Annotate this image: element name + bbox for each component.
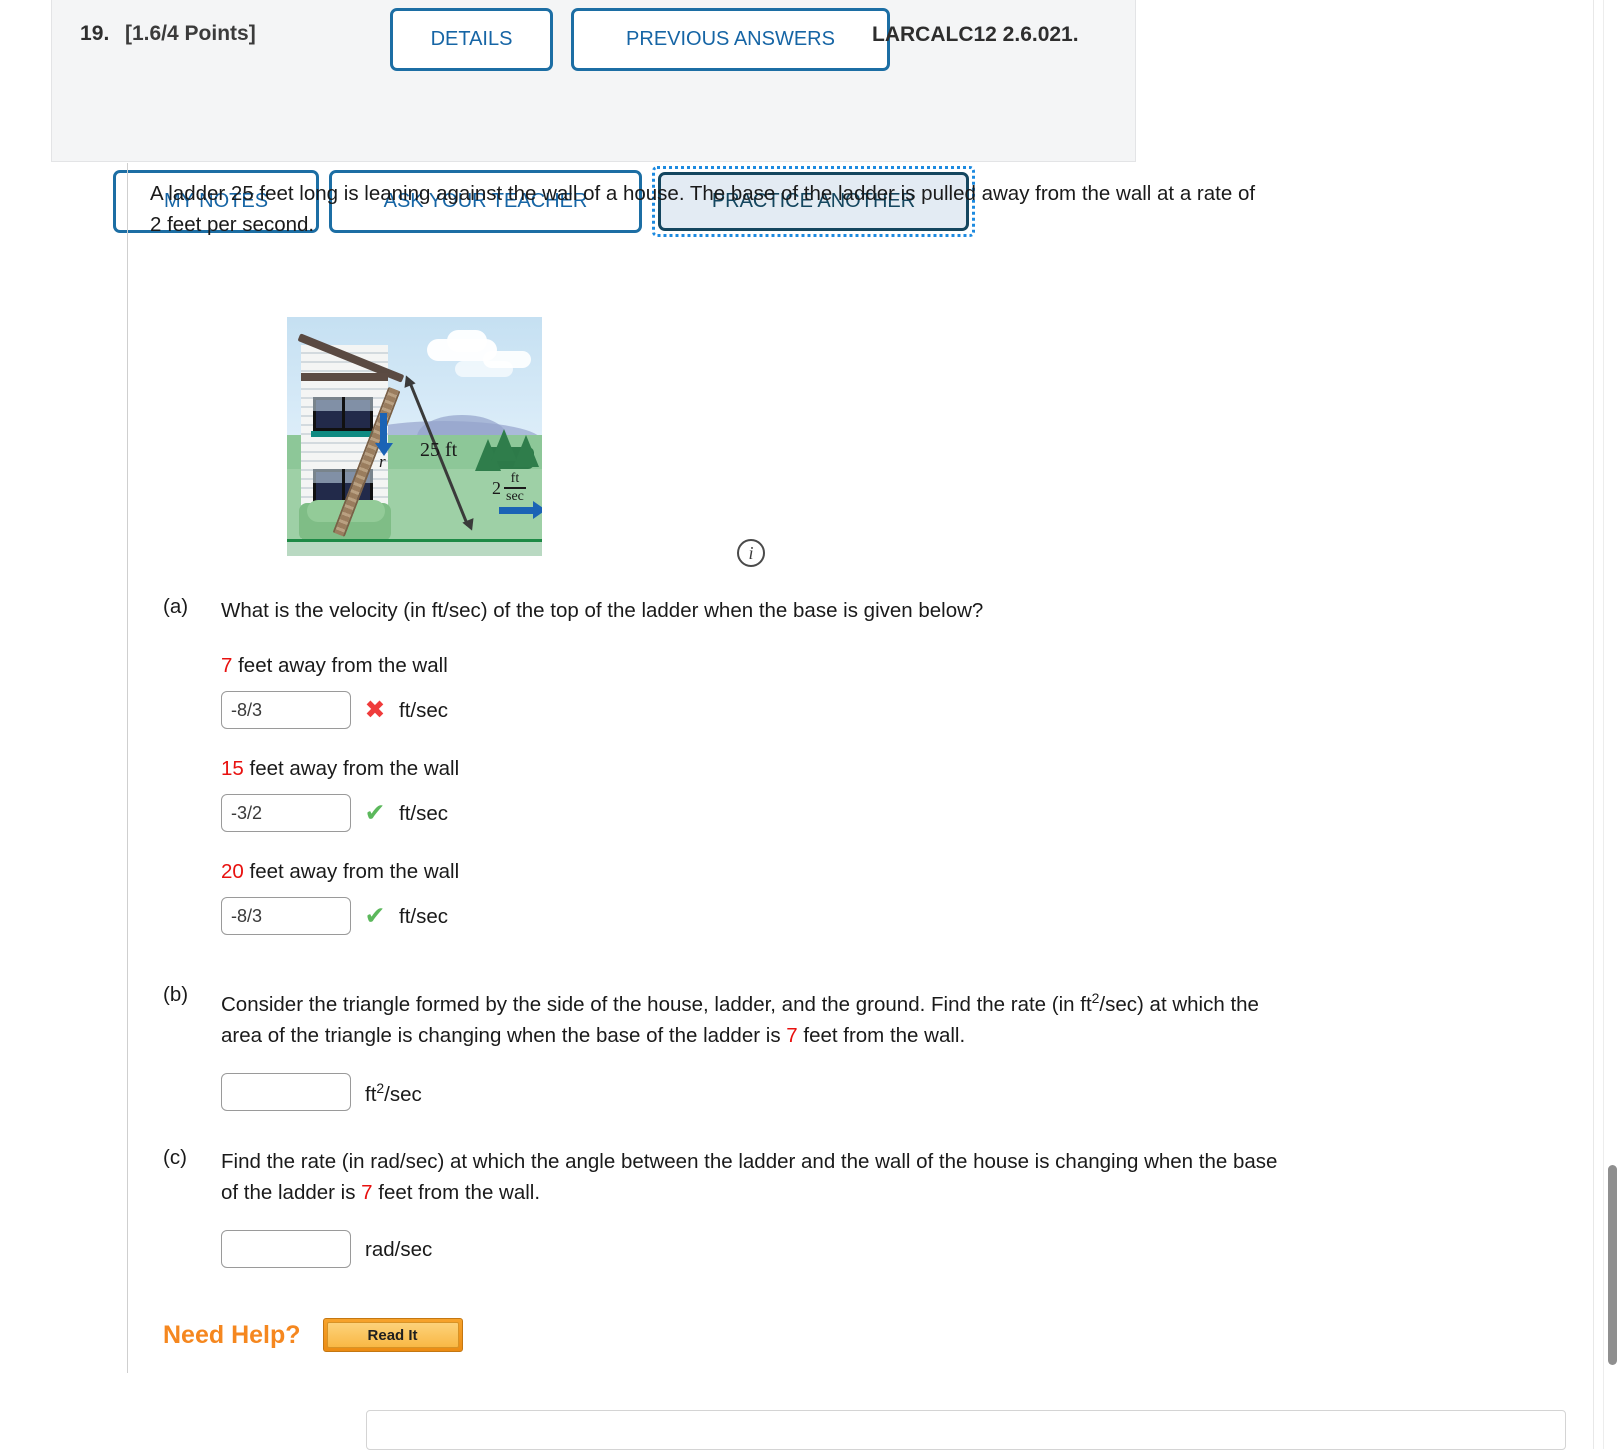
unit-label: ft/sec — [399, 698, 448, 722]
details-button[interactable]: DETAILS — [390, 8, 553, 71]
part-c-highlight: 7 — [361, 1181, 373, 1204]
part-b-body: Consider the triangle formed by the side… — [221, 983, 1533, 1111]
answer-input-a-1[interactable] — [221, 794, 351, 832]
answer-input-a-0[interactable] — [221, 691, 351, 729]
distance-suffix: feet away from the wall — [243, 757, 460, 780]
part-a-row-1-label: 15 feet away from the wall — [221, 753, 1533, 784]
distance-suffix: feet away from the wall — [232, 654, 448, 677]
part-c-body: Find the rate (in rad/sec) at which the … — [221, 1146, 1533, 1268]
question-number: 19. — [80, 22, 110, 45]
rate-arrow-shaft — [499, 507, 533, 514]
question-header-panel: 19. [1.6/4 Points] DETAILS PREVIOUS ANSW… — [51, 0, 1136, 237]
part-a-row-0: ✖ ft/sec — [221, 691, 1533, 729]
distance-suffix: feet away from the wall — [243, 860, 460, 883]
foreground-band — [287, 542, 542, 556]
rate-arrow-head — [533, 501, 542, 519]
unit-b-post: /sec — [384, 1083, 422, 1107]
rate-value: 2 — [492, 477, 501, 498]
part-a-row-0-label: 7 feet away from the wall — [221, 650, 1533, 681]
part-a-label: (a) — [163, 595, 189, 618]
part-b-text-2: /sec) at which the — [1099, 992, 1259, 1016]
unit-label: ft/sec — [399, 904, 448, 928]
problem-statement: A ladder 25 feet long is leaning against… — [150, 178, 1510, 240]
part-a: (a) What is the velocity (in ft/sec) of … — [163, 595, 1533, 935]
previous-answers-button[interactable]: PREVIOUS ANSWERS — [571, 8, 890, 71]
unit-b-pre: ft — [365, 1083, 377, 1107]
header-row-secondary: MY NOTES ASK YOUR TEACHER PRACTICE ANOTH… — [52, 80, 1135, 237]
part-c-answer-row: rad/sec — [221, 1230, 1533, 1268]
part-b-question-line-1: Consider the triangle formed by the side… — [221, 983, 1533, 1020]
part-c-text-3: feet from the wall. — [372, 1181, 541, 1204]
part-c: (c) Find the rate (in rad/sec) at which … — [163, 1146, 1533, 1268]
part-b-text-1: Consider the triangle formed by the side… — [221, 992, 1092, 1016]
correct-mark-icon: ✔ — [364, 798, 386, 827]
part-a-row-1: ✔ ft/sec — [221, 794, 1533, 832]
part-a-question: What is the velocity (in ft/sec) of the … — [221, 599, 984, 622]
window-mullion — [342, 397, 345, 431]
part-a-body: What is the velocity (in ft/sec) of the … — [221, 595, 1533, 935]
info-icon[interactable]: i — [737, 539, 765, 567]
part-b-text-3: area of the triangle is changing when th… — [221, 1023, 787, 1047]
rate-label: 2 ft sec — [492, 472, 526, 504]
unit-label-c: rad/sec — [365, 1237, 433, 1261]
part-b-highlight: 7 — [786, 1023, 798, 1047]
distance-value: 15 — [221, 757, 244, 780]
distance-value: 20 — [221, 860, 244, 883]
ladder-length-label: 25 ft — [420, 439, 458, 461]
need-help-section: Need Help? Read It — [163, 1318, 463, 1352]
part-b-question-line-2: area of the triangle is changing when th… — [221, 1020, 1533, 1051]
ladder-illustration: 25 ft r 2 ft sec — [287, 317, 542, 556]
part-b-answer-row: ft2/sec — [221, 1072, 1533, 1111]
part-a-row-2-label: 20 feet away from the wall — [221, 856, 1533, 887]
house-fascia — [301, 373, 388, 381]
rate-numerator: ft — [510, 471, 520, 486]
tree-icon — [513, 435, 539, 467]
part-c-question-line-1: Find the rate (in rad/sec) at which the … — [221, 1150, 1278, 1173]
cloud-icon — [447, 330, 487, 352]
vertical-scrollbar-thumb[interactable] — [1608, 1165, 1617, 1365]
answer-input-c[interactable] — [221, 1230, 351, 1268]
answer-input-b[interactable] — [221, 1072, 351, 1111]
unit-b-sup: 2 — [376, 1080, 385, 1097]
part-a-row-2: ✔ ft/sec — [221, 897, 1533, 935]
unit-label: ft/sec — [399, 801, 448, 825]
read-it-button-label: Read It — [326, 1322, 459, 1348]
part-c-text-2: of the ladder is — [221, 1181, 362, 1204]
distance-value: 7 — [221, 654, 233, 677]
content-left-divider — [127, 163, 128, 1373]
height-variable-label: r — [379, 452, 386, 471]
need-help-label: Need Help? — [163, 1320, 301, 1349]
next-question-panel — [366, 1410, 1566, 1450]
textbook-reference-code: LARCALC12 2.6.021. — [872, 23, 1079, 46]
rate-fraction: ft sec — [504, 472, 526, 504]
window-sill — [311, 431, 375, 437]
header-row-primary: 19. [1.6/4 Points] DETAILS PREVIOUS ANSW… — [52, 0, 1135, 80]
part-b: (b) Consider the triangle formed by the … — [163, 983, 1533, 1111]
points-earned: [1.6/4 Points] — [125, 22, 256, 45]
vertical-scrollbar-track[interactable] — [1603, 0, 1620, 1449]
incorrect-mark-icon: ✖ — [364, 695, 386, 724]
part-c-label: (c) — [163, 1146, 187, 1169]
part-b-text-4: feet from the wall. — [797, 1023, 966, 1047]
cloud-icon — [483, 351, 531, 368]
ladder-diagram: 25 ft r 2 ft sec — [287, 317, 542, 556]
rate-denominator: sec — [506, 489, 524, 504]
unit-label-b: ft2/sec — [365, 1073, 422, 1110]
part-b-label: (b) — [163, 983, 189, 1006]
scroll-area-divider — [1593, 0, 1594, 1449]
height-arrow-shaft — [380, 413, 387, 445]
problem-line-2: 2 feet per second. — [150, 213, 315, 236]
correct-mark-icon: ✔ — [364, 901, 386, 930]
part-c-question-line-2: of the ladder is 7 feet from the wall. — [221, 1177, 1533, 1208]
read-it-button[interactable]: Read It — [322, 1318, 463, 1352]
answer-input-a-2[interactable] — [221, 897, 351, 935]
problem-line-1: A ladder 25 feet long is leaning against… — [150, 182, 1256, 205]
